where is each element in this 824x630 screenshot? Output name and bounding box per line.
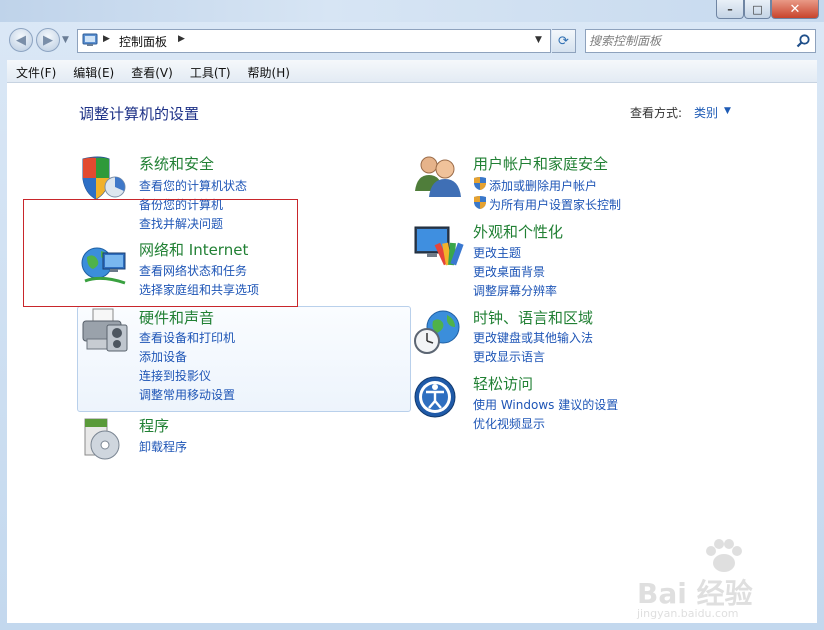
link-windows-suggested-settings[interactable]: 使用 Windows 建议的设置 [473,396,618,413]
watermark-url: jingyan.baidu.com [637,607,739,620]
arrow-right-icon: ▶ [43,32,53,48]
control-panel-window: – □ ✕ ◀ ▶ ▼ ▶ 控制面板 ▶ ▼ ⟳ 文件(F) 编辑(E) [0,0,824,630]
link-add-device[interactable]: 添加设备 [139,348,187,365]
maximize-button[interactable]: □ [744,0,771,19]
close-button[interactable]: ✕ [771,0,819,19]
category-title-programs[interactable]: 程序 [139,415,169,436]
category-title-clock-region[interactable]: 时钟、语言和区域 [473,307,593,328]
menu-help[interactable]: 帮助(H) [239,60,298,82]
baidu-watermark: Bai 经验 jingyan.baidu.com [633,539,808,621]
title-bar [0,0,824,22]
minimize-button[interactable]: – [716,0,744,19]
users-icon [415,156,461,197]
category-title-system-security[interactable]: 系统和安全 [139,153,214,174]
link-devices-printers[interactable]: 查看设备和打印机 [139,329,235,346]
category-title-appearance[interactable]: 外观和个性化 [473,221,563,242]
link-mobility-settings[interactable]: 调整常用移动设置 [139,386,235,403]
view-by-dropdown[interactable]: 类别 [694,104,718,121]
shield-icon [82,156,126,200]
highlight-annotation-box [23,199,298,307]
link-view-computer-status[interactable]: 查看您的计算机状态 [139,177,247,194]
recent-pages-chevron-icon[interactable]: ▼ [62,35,69,45]
search-icon[interactable] [795,33,811,49]
link-add-remove-accounts[interactable]: 添加或删除用户帐户 [489,177,597,194]
view-by-label: 查看方式: [630,106,683,120]
content-pane: 调整计算机的设置 查看方式: 类别 ▼ 系统和安全 查看您的计算机状态 备份您的… [7,83,817,623]
programs-disc-icon [84,418,120,460]
watermark-brand: Bai 经验 [637,577,753,610]
menu-bar: 文件(F) 编辑(E) 查看(V) 工具(T) 帮助(H) [7,60,817,83]
refresh-icon: ⟳ [558,33,569,49]
category-title-ease-of-access[interactable]: 轻松访问 [473,373,533,394]
link-adjust-resolution[interactable]: 调整屏幕分辨率 [473,282,557,299]
breadcrumb-control-panel[interactable]: 控制面板 [119,33,167,50]
arrow-left-icon: ◀ [16,32,26,48]
uac-shield-icon [474,196,486,209]
refresh-button[interactable]: ⟳ [552,29,576,53]
link-change-theme[interactable]: 更改主题 [473,244,521,261]
category-hardware-sound: 硬件和声音 查看设备和打印机 添加设备 连接到投影仪 调整常用移动设置 [79,307,329,407]
link-uninstall-program[interactable]: 卸载程序 [139,438,187,455]
menu-view[interactable]: 查看(V) [122,60,181,82]
link-optimize-visual-display[interactable]: 优化视频显示 [473,415,545,432]
navigation-bar: ◀ ▶ ▼ ▶ 控制面板 ▶ ▼ ⟳ [0,26,824,56]
menu-tools[interactable]: 工具(T) [181,60,239,82]
category-programs: 程序 卸载程序 [79,415,279,465]
category-title-hardware-sound[interactable]: 硬件和声音 [139,307,214,328]
search-box[interactable] [585,29,816,53]
link-change-desktop-background[interactable]: 更改桌面背景 [473,263,545,280]
link-connect-projector[interactable]: 连接到投影仪 [139,367,211,384]
address-bar[interactable]: ▶ 控制面板 ▶ ▼ [77,29,551,53]
uac-shield-icon [474,177,486,190]
link-change-keyboards[interactable]: 更改键盘或其他输入法 [473,329,593,346]
chevron-down-icon[interactable]: ▼ [724,106,731,116]
search-input[interactable] [589,32,789,50]
page-title: 调整计算机的设置 [79,105,200,123]
forward-button[interactable]: ▶ [36,28,60,52]
printer-icon [82,308,128,352]
ease-of-access-icon [414,376,456,418]
address-dropdown-icon[interactable]: ▼ [535,35,542,45]
back-button[interactable]: ◀ [9,28,33,52]
clock-globe-icon [414,310,460,354]
link-parental-controls[interactable]: 为所有用户设置家长控制 [489,196,621,213]
category-clock-language-region: 时钟、语言和区域 更改键盘或其他输入法 更改显示语言 [413,307,673,365]
category-user-accounts: 用户帐户和家庭安全 添加或删除用户帐户 为所有用户设置家长控制 [413,153,673,213]
menu-file[interactable]: 文件(F) [7,60,64,82]
menu-edit[interactable]: 编辑(E) [64,60,122,82]
category-appearance: 外观和个性化 更改主题 更改桌面背景 调整屏幕分辨率 [413,221,653,299]
link-change-display-language[interactable]: 更改显示语言 [473,348,545,365]
category-title-user-accounts[interactable]: 用户帐户和家庭安全 [473,153,608,174]
breadcrumb-separator-icon[interactable]: ▶ [103,34,110,44]
breadcrumb-separator-icon[interactable]: ▶ [178,34,185,44]
monitor-palette-icon [414,226,464,266]
control-panel-icon [82,33,98,46]
category-ease-of-access: 轻松访问 使用 Windows 建议的设置 优化视频显示 [413,373,673,432]
paw-icon [706,539,742,572]
